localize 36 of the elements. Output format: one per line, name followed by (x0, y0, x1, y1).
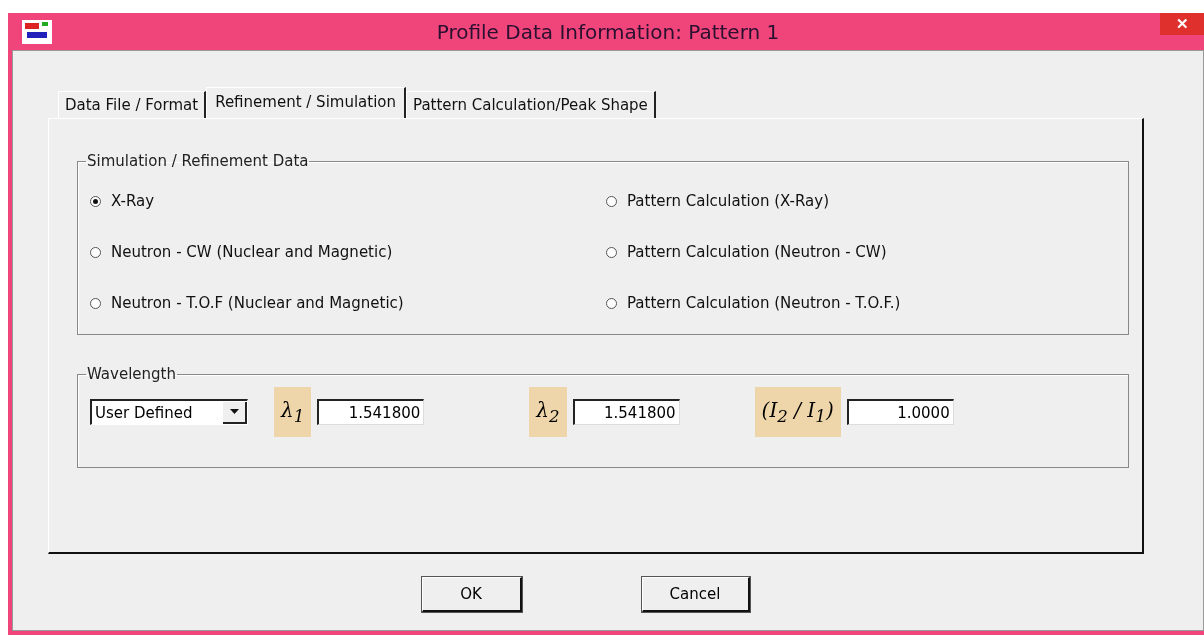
symbol-label: λ$_{1}$ (274, 387, 312, 437)
radio-label: Pattern Calculation (Neutron - T.O.F.) (627, 294, 901, 312)
app-logo-icon (22, 19, 52, 44)
value-field[interactable]: 1.541800 (572, 399, 680, 425)
radio-option[interactable]: Pattern Calculation (Neutron - T.O.F.) (606, 294, 1128, 312)
radio-icon[interactable] (90, 195, 101, 207)
radio-icon[interactable] (606, 297, 617, 309)
symbol-label: (I$_{2}$ / I$_{1}$) (754, 387, 841, 437)
radio-option[interactable]: Neutron - T.O.F (Nuclear and Magnetic) (90, 294, 606, 312)
tab[interactable]: Refinement / Simulation (206, 87, 407, 119)
window-title: Profile Data Information: Pattern 1 (435, 19, 781, 44)
dropdown-arrow-icon (229, 409, 239, 414)
radio-label: Pattern Calculation (X-Ray) (627, 192, 829, 210)
tab[interactable]: Data File / Format (58, 91, 207, 118)
radio-label: X-Ray (111, 192, 155, 210)
radio-label: Neutron - T.O.F (Nuclear and Magnetic) (111, 294, 404, 312)
radio-icon[interactable] (606, 195, 617, 207)
radio-option[interactable]: X-Ray (90, 192, 606, 210)
symbol-label: λ$_{2}$ (529, 387, 567, 437)
value-field[interactable]: 1.0000 (846, 399, 954, 425)
radio-option[interactable]: Pattern Calculation (Neutron - CW) (606, 243, 1128, 261)
radio-icon[interactable] (90, 297, 101, 309)
radio-option[interactable]: Neutron - CW (Nuclear and Magnetic) (90, 243, 606, 261)
group-title: Simulation / Refinement Data (86, 152, 310, 170)
wavelength-dropdown[interactable]: User Defined (90, 399, 248, 425)
group-title: Wavelength (86, 365, 177, 383)
ok-button[interactable]: OK (421, 577, 522, 612)
radio-icon[interactable] (90, 246, 101, 258)
radio-icon[interactable] (606, 246, 617, 258)
radio-label: Neutron - CW (Nuclear and Magnetic) (111, 243, 393, 261)
cancel-button[interactable]: Cancel (641, 577, 750, 612)
radio-label: Pattern Calculation (Neutron - CW) (627, 243, 887, 261)
value-field[interactable]: 1.541800 (317, 399, 425, 425)
close-button[interactable]: ✕ (1160, 13, 1204, 35)
radio-option[interactable]: Pattern Calculation (X-Ray) (606, 192, 1128, 210)
tab[interactable]: Pattern Calculation/Peak Shape (406, 91, 656, 118)
